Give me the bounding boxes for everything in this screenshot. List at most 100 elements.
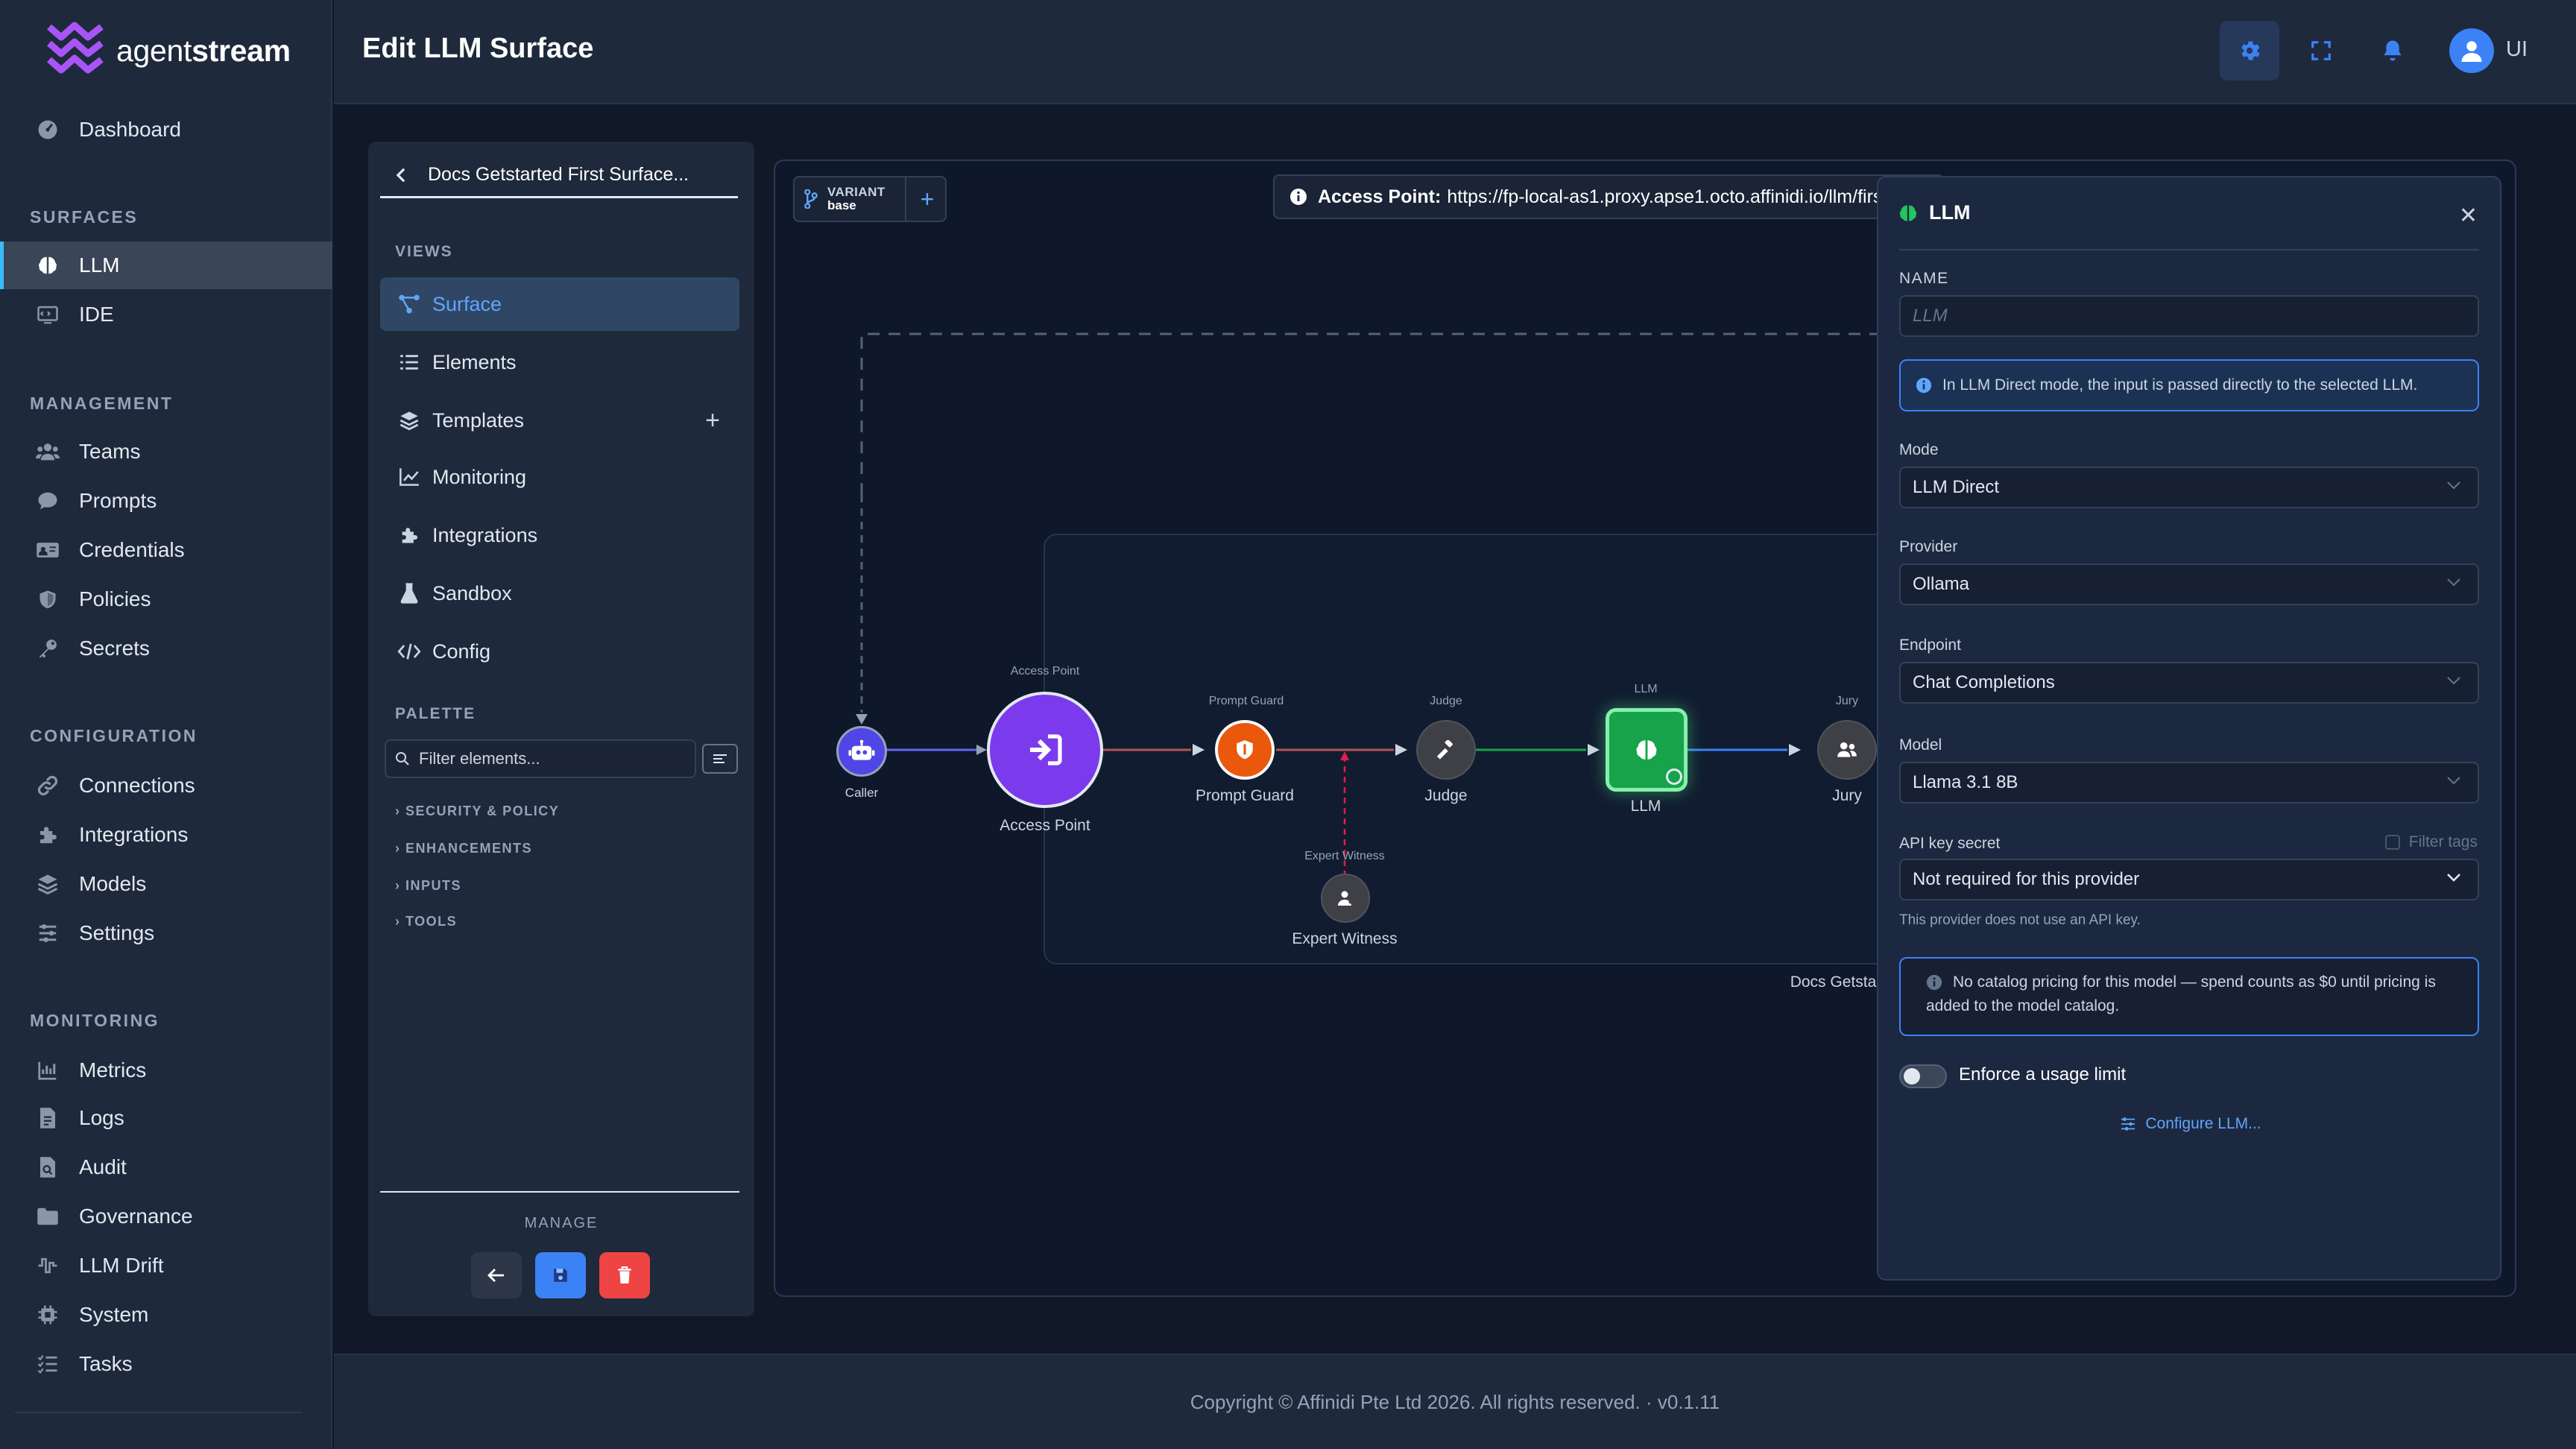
provider-select[interactable]: Ollama	[1899, 564, 2479, 605]
sidebar-item-label: Prompts	[79, 489, 157, 512]
chevron-right-icon: ›	[395, 878, 405, 893]
sidebar-item-dashboard[interactable]: Dashboard	[0, 106, 332, 154]
checkbox-icon	[2384, 835, 2400, 850]
usage-limit-toggle[interactable]	[1899, 1064, 1947, 1088]
users-icon	[34, 438, 61, 465]
notifications-button[interactable]	[2363, 21, 2422, 80]
view-surface[interactable]: Surface	[380, 277, 739, 331]
prompt-guard-node[interactable]	[1215, 720, 1275, 780]
name-input[interactable]: LLM	[1899, 295, 2479, 337]
gavel-icon	[1436, 740, 1456, 760]
app-name: agentstream	[116, 33, 291, 68]
fullscreen-button[interactable]	[2291, 21, 2351, 80]
page-footer: Copyright © Affinidi Pte Ltd 2026. All r…	[334, 1354, 2576, 1449]
exit-button[interactable]	[471, 1252, 522, 1298]
llm-node[interactable]	[1606, 708, 1688, 792]
sidebar-item-governance[interactable]: Governance	[0, 1193, 332, 1240]
judge-node-title: Judge	[1430, 695, 1462, 707]
agentstream-logo-icon	[45, 21, 106, 80]
model-select[interactable]: Llama 3.1 8B	[1899, 762, 2479, 804]
sidebar-item-prompts[interactable]: Prompts	[0, 477, 332, 525]
pricing-text-line1: No catalog pricing for this model — spen…	[1953, 973, 2436, 991]
llm-node-label: LLM	[1630, 798, 1661, 815]
sliders-icon	[34, 920, 61, 947]
sidebar-item-integrations[interactable]: Integrations	[0, 811, 332, 859]
sidebar-item-tasks[interactable]: Tasks	[0, 1340, 332, 1388]
sidebar-item-settings[interactable]: Settings	[0, 909, 332, 957]
puzzle-icon	[397, 525, 422, 546]
sidebar-item-llm-drift[interactable]: LLM Drift	[0, 1242, 332, 1289]
sidebar-item-label: Teams	[79, 440, 141, 463]
mode-select[interactable]: LLM Direct	[1899, 467, 2479, 508]
user-name[interactable]: UI	[2506, 37, 2528, 62]
filter-placeholder: Filter elements...	[419, 749, 540, 768]
view-templates[interactable]: Templates +	[380, 394, 739, 447]
expert-witness-node[interactable]	[1321, 874, 1370, 923]
view-integrations[interactable]: Integrations	[380, 508, 739, 562]
view-config[interactable]: Config	[380, 625, 739, 678]
sidebar-item-metrics[interactable]: Metrics	[0, 1046, 332, 1094]
manage-heading: MANAGE	[524, 1215, 599, 1231]
pricing-text-line2: added to the model catalog.	[1926, 997, 2120, 1014]
palette-view-toggle[interactable]	[702, 744, 738, 774]
node-handle-icon[interactable]	[1666, 768, 1682, 785]
close-panel-button[interactable]: ✕	[2459, 203, 2478, 229]
delete-button[interactable]	[599, 1252, 650, 1298]
link-icon	[34, 772, 61, 799]
back-button[interactable]	[385, 159, 417, 192]
views-heading: VIEWS	[395, 243, 453, 260]
sidebar-item-system[interactable]: System	[0, 1291, 332, 1339]
sidebar-item-label: Models	[79, 872, 147, 895]
configure-llm-link[interactable]: Configure LLM...	[1878, 1115, 2503, 1133]
section-monitoring: MONITORING	[30, 1011, 160, 1030]
user-avatar[interactable]	[2449, 28, 2494, 73]
access-point-node-title: Access Point	[1010, 665, 1080, 678]
sidebar-item-connections[interactable]: Connections	[0, 762, 332, 809]
access-point-node[interactable]	[987, 692, 1103, 808]
view-elements[interactable]: Elements	[380, 335, 739, 389]
sidebar-item-secrets[interactable]: Secrets	[0, 625, 332, 672]
line-chart-icon	[397, 467, 422, 487]
gauge-icon	[34, 116, 61, 143]
chevron-right-icon: ›	[395, 804, 405, 818]
add-template-button[interactable]: +	[705, 406, 720, 435]
arrow-left-icon	[487, 1268, 505, 1283]
endpoint-select[interactable]: Chat Completions	[1899, 662, 2479, 704]
sidebar-item-teams[interactable]: Teams	[0, 428, 332, 476]
sidebar-item-label: Metrics	[79, 1058, 147, 1082]
chat-icon	[34, 487, 61, 514]
chevron-down-icon	[2446, 480, 2461, 490]
api-key-select[interactable]: Not required for this provider	[1899, 859, 2479, 900]
category-inputs[interactable]: › INPUTS	[395, 878, 461, 894]
save-button[interactable]	[535, 1252, 586, 1298]
category-tools[interactable]: › TOOLS	[395, 914, 457, 929]
filter-tags-checkbox[interactable]: Filter tags	[2384, 833, 2478, 851]
sidebar-item-label: Audit	[79, 1155, 127, 1178]
sidebar-item-credentials[interactable]: Credentials	[0, 526, 332, 574]
layers-icon	[34, 871, 61, 897]
chart-icon	[34, 1057, 61, 1084]
category-security-policy[interactable]: › SECURITY & POLICY	[395, 804, 559, 819]
toggle-knob	[1904, 1068, 1920, 1085]
sidebar-item-logs[interactable]: Logs	[0, 1094, 332, 1142]
prompt-guard-node-title: Prompt Guard	[1208, 695, 1284, 707]
sidebar-item-llm[interactable]: LLM	[0, 242, 332, 289]
settings-button[interactable]	[2220, 21, 2279, 80]
caller-node[interactable]	[836, 726, 887, 777]
view-monitoring[interactable]: Monitoring	[380, 450, 739, 504]
sidebar-item-ide[interactable]: IDE	[0, 291, 332, 338]
app-logo[interactable]: agentstream	[45, 21, 291, 80]
sidebar-item-label: Credentials	[79, 538, 185, 561]
jury-node[interactable]	[1817, 720, 1877, 780]
sidebar-item-audit[interactable]: Audit	[0, 1143, 332, 1191]
category-enhancements[interactable]: › ENHANCEMENTS	[395, 841, 532, 856]
filter-elements-input[interactable]: Filter elements...	[385, 739, 696, 778]
sidebar-item-policies[interactable]: Policies	[0, 575, 332, 623]
view-sandbox[interactable]: Sandbox	[380, 566, 739, 620]
id-card-icon	[34, 537, 61, 564]
folder-icon	[34, 1203, 61, 1230]
sidebar-item-models[interactable]: Models	[0, 860, 332, 908]
section-configuration: CONFIGURATION	[30, 726, 198, 745]
brain-icon	[1898, 203, 1919, 224]
judge-node[interactable]	[1416, 720, 1476, 780]
